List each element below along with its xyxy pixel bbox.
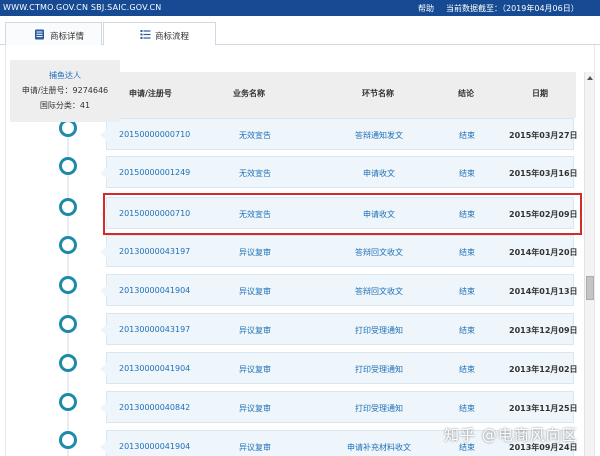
- header-step-name: 环节名称: [362, 89, 394, 98]
- trademark-name[interactable]: 捕鱼达人: [10, 70, 120, 81]
- result: 结束: [459, 287, 475, 296]
- step-name: 申请补充材料收文: [347, 443, 411, 452]
- business-name: 无效宣告: [239, 131, 271, 140]
- step-name: 打印受理通知: [355, 365, 403, 374]
- step-name: 答辩回文收文: [355, 287, 403, 296]
- header-date: 日期: [532, 89, 548, 98]
- result: 结束: [459, 365, 475, 374]
- registration-number: 申请/注册号：9274646: [21, 86, 109, 95]
- application-number[interactable]: 20150000001249: [119, 168, 190, 177]
- help-link[interactable]: 帮助: [418, 3, 434, 14]
- application-number[interactable]: 20130000040842: [119, 403, 190, 412]
- application-number[interactable]: 20130000041904: [119, 286, 190, 295]
- scroll-up-arrow-icon[interactable]: [585, 72, 595, 84]
- table-row[interactable]: 20150000001249 无效宣告 申请收文 结束 2015年03月16日: [100, 156, 578, 188]
- scrollbar[interactable]: [584, 72, 594, 456]
- step-name: 打印受理通知: [355, 404, 403, 413]
- step-name: 答辩回文收文: [355, 248, 403, 257]
- business-name: 无效宣告: [239, 169, 271, 178]
- step-name: 打印受理通知: [355, 326, 403, 335]
- table-row[interactable]: 20130000041904 异议复审 答辩回文收文 结束 2014年01月13…: [100, 274, 578, 306]
- date: 2014年01月13日: [509, 287, 578, 296]
- site-url: WWW.CTMO.GOV.CN SBJ.SAIC.GOV.CN: [3, 3, 162, 12]
- table-row[interactable]: 20130000043197 异议复审 打印受理通知 结束 2013年12月09…: [100, 313, 578, 345]
- tab-strip: 商标详情 商标流程: [0, 16, 600, 47]
- date: 2015年03月16日: [509, 169, 578, 178]
- business-name: 异议复审: [239, 326, 271, 335]
- step-name: 答辩通知发文: [355, 131, 403, 140]
- result: 结束: [459, 404, 475, 413]
- date: 2013年11月25日: [509, 404, 578, 413]
- tab-label: 商标流程: [155, 32, 190, 42]
- top-bar: WWW.CTMO.GOV.CN SBJ.SAIC.GOV.CN 帮助 当前数据截…: [0, 0, 600, 16]
- document-icon: [35, 29, 44, 40]
- list-icon: [140, 30, 151, 39]
- table-row[interactable]: 20130000043197 异议复审 答辩回文收文 结束 2014年01月20…: [100, 235, 578, 267]
- business-name: 异议复审: [239, 443, 271, 452]
- international-class: 国际分类：41: [39, 101, 91, 110]
- tab-label: 商标详情: [50, 32, 85, 42]
- watermark: 知乎 @电商风向区: [444, 426, 578, 444]
- timeline-node-icon: [59, 198, 77, 216]
- result: 结束: [459, 326, 475, 335]
- tab-trademark-process[interactable]: 商标流程: [103, 22, 216, 47]
- date: 2013年12月02日: [509, 365, 578, 374]
- business-name: 异议复审: [239, 248, 271, 257]
- timeline-node-icon: [59, 354, 77, 372]
- scrollbar-thumb[interactable]: [586, 276, 594, 300]
- result: 结束: [459, 131, 475, 140]
- application-number[interactable]: 20150000000710: [119, 130, 190, 139]
- timeline-node-icon: [59, 315, 77, 333]
- highlight-box: [103, 193, 582, 235]
- timeline-node-icon: [59, 393, 77, 411]
- date: 2013年12月09日: [509, 326, 578, 335]
- tab-trademark-details[interactable]: 商标详情: [5, 22, 102, 46]
- timeline-node-icon: [59, 431, 77, 449]
- business-name: 异议复审: [239, 365, 271, 374]
- business-name: 异议复审: [239, 287, 271, 296]
- application-number[interactable]: 20130000043197: [119, 325, 190, 334]
- timeline-node-icon: [59, 236, 77, 254]
- table-row[interactable]: 20130000040842 异议复审 打印受理通知 结束 2013年11月25…: [100, 391, 578, 423]
- result: 结束: [459, 169, 475, 178]
- result: 结束: [459, 248, 475, 257]
- application-number[interactable]: 20130000041904: [119, 442, 190, 451]
- business-name: 异议复审: [239, 404, 271, 413]
- application-number[interactable]: 20130000041904: [119, 364, 190, 373]
- timeline-node-icon: [59, 157, 77, 175]
- header-business-name: 业务名称: [233, 89, 265, 98]
- header-result: 结论: [458, 89, 474, 98]
- date: 2015年03月27日: [509, 131, 578, 140]
- data-date-label: 当前数据截至：（2019年04月06日）: [446, 4, 579, 13]
- timeline-node-icon: [59, 276, 77, 294]
- step-name: 申请收文: [363, 169, 395, 178]
- table-row[interactable]: 20130000041904 异议复审 打印受理通知 结束 2013年12月02…: [100, 352, 578, 384]
- table-header: 申请/注册号 业务名称 环节名称 结论 日期: [112, 72, 576, 118]
- header-application-number: 申请/注册号: [129, 89, 172, 98]
- table-row[interactable]: 20150000000710 无效宣告 答辩通知发文 结束 2015年03月27…: [100, 118, 578, 150]
- trademark-info-card: 捕鱼达人 申请/注册号：9274646 国际分类：41: [10, 60, 120, 122]
- application-number[interactable]: 20130000043197: [119, 247, 190, 256]
- date: 2014年01月20日: [509, 248, 578, 257]
